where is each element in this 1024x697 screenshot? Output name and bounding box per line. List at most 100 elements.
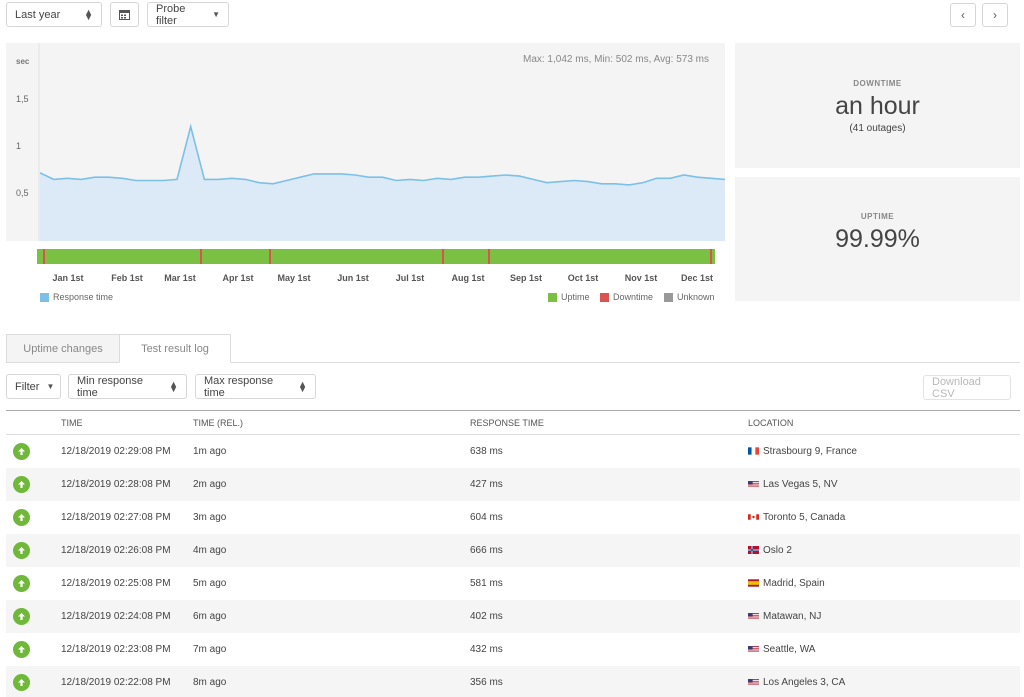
table-row: 12/18/2019 02:25:08 PM 5m ago 581 ms Madrid… xyxy=(6,567,1020,600)
status-up-icon xyxy=(13,607,30,625)
response-time-line xyxy=(39,123,725,186)
probe-filter-button[interactable]: Probe filter ▼ xyxy=(147,2,229,27)
time-rel-cell: 6m ago xyxy=(193,599,470,633)
status-up-icon xyxy=(13,640,30,658)
status-cell xyxy=(6,633,61,666)
filter-label: Filter xyxy=(15,380,40,393)
flag-es-icon xyxy=(748,578,763,589)
response-time-cell: 638 ms xyxy=(470,445,503,457)
time-rel-cell: 1m ago xyxy=(193,445,227,457)
status-cell xyxy=(6,567,61,600)
status-up-icon xyxy=(13,541,30,559)
table-row: 12/18/2019 02:28:08 PM 2m ago 427 ms Las Ve… xyxy=(6,467,1020,501)
response-time-cell: 432 ms xyxy=(470,643,503,655)
outage-count: (41 outages) xyxy=(849,123,906,134)
flag-us-icon xyxy=(748,611,763,622)
calendar-button[interactable] xyxy=(110,2,139,27)
status-up-icon xyxy=(13,475,30,493)
downtime-marker xyxy=(710,249,712,264)
flag-no-icon xyxy=(748,545,763,556)
flag-us-icon xyxy=(748,644,763,655)
table-row: 12/18/2019 02:24:08 PM 6m ago 402 ms Matawa… xyxy=(6,599,1020,633)
location-label: Oslo 2 xyxy=(763,544,792,556)
status-up-icon xyxy=(13,673,30,691)
x-tick: Apr 1st xyxy=(222,273,254,283)
x-tick: Nov 1st xyxy=(624,273,658,283)
uptime-value: 99.99% xyxy=(835,225,920,253)
tab-test-result-log[interactable]: Test result log xyxy=(119,334,231,363)
filter-button[interactable]: Filter ▼ xyxy=(6,374,61,399)
location-label: Matawan, NJ xyxy=(763,610,822,622)
y-tick: 0,5 xyxy=(16,188,29,198)
time-rel-cell: 7m ago xyxy=(193,643,227,655)
tab-uptime-changes[interactable]: Uptime changes xyxy=(6,334,120,363)
legend-swatch xyxy=(600,292,609,302)
uptime-label: UPTIME xyxy=(860,212,895,221)
table-body: 12/18/2019 02:29:08 PM 1m ago 638 ms Strasb… xyxy=(6,435,1020,697)
time-cell: 12/18/2019 02:29:08 PM xyxy=(61,445,171,457)
response-time-chart: Max: 1,042 ms, Min: 502 ms, Avg: 573 ms … xyxy=(6,43,725,241)
date-range-label: Last year xyxy=(15,8,61,21)
x-tick: Feb 1st xyxy=(111,273,143,283)
legend-label: Downtime xyxy=(613,292,654,302)
downtime-marker xyxy=(200,249,202,264)
table-row: 12/18/2019 02:23:08 PM 7m ago 432 ms Seattl… xyxy=(6,633,1020,666)
time-cell: 12/18/2019 02:23:08 PM xyxy=(61,643,171,655)
response-time-cell: 604 ms xyxy=(470,511,503,523)
min-response-time-sort[interactable]: Min response time ▲ ▼ xyxy=(68,374,187,399)
chevron-left-icon: ‹ xyxy=(961,8,965,22)
legend-swatch xyxy=(40,292,49,302)
response-time-cell: 581 ms xyxy=(470,577,503,589)
column-header-location: LOCATION xyxy=(748,410,1020,435)
legend-unknown: Unknown xyxy=(664,292,715,302)
table-row: 12/18/2019 02:29:08 PM 1m ago 638 ms Strasb… xyxy=(6,435,1020,468)
downtime-card: DOWNTIME an hour (41 outages) xyxy=(735,43,1020,168)
sort-updown-icon: ▲ ▼ xyxy=(84,6,93,22)
location-label: Los Angeles 3, CA xyxy=(763,676,846,688)
response-time-cell: 356 ms xyxy=(470,665,748,697)
chart-canvas xyxy=(38,43,725,241)
downtime-marker xyxy=(269,249,271,264)
time-cell: 12/18/2019 02:27:08 PM xyxy=(61,511,171,523)
date-range-select[interactable]: Last year ▲ ▼ xyxy=(6,2,102,27)
prev-period-button[interactable]: ‹ xyxy=(950,3,976,27)
test-result-table: TIME TIME (REL.) RESPONSE TIME LOCATION … xyxy=(6,410,1020,697)
downtime-marker xyxy=(43,249,45,264)
flag-us-icon xyxy=(748,677,763,688)
location-label: Madrid, Spain xyxy=(763,577,825,589)
x-tick: Sep 1st xyxy=(509,273,543,283)
legend-label: Response time xyxy=(53,292,114,302)
status-column-header xyxy=(6,410,61,435)
time-rel-cell: 8m ago xyxy=(193,665,470,697)
sort-updown-icon: ▲ ▼ xyxy=(298,378,307,394)
x-tick: Dec 1st xyxy=(680,273,714,283)
column-header-response-time: RESPONSE TIME xyxy=(470,410,748,435)
status-cell xyxy=(6,467,61,501)
table-row: 12/18/2019 02:26:08 PM 4m ago 666 ms Oslo 2 xyxy=(6,533,1020,567)
sort-updown-icon: ▲ ▼ xyxy=(169,378,178,394)
downtime-marker xyxy=(488,249,490,264)
max-response-time-sort[interactable]: Max response time ▲ ▼ xyxy=(195,374,316,399)
downtime-label: DOWNTIME xyxy=(853,79,902,88)
location-cell: Madrid, Spain xyxy=(748,567,1020,600)
location-label: Las Vegas 5, NV xyxy=(763,478,838,490)
time-cell: 12/18/2019 02:25:08 PM xyxy=(61,577,171,589)
y-axis-unit: sec xyxy=(16,57,30,66)
uptime-card: UPTIME 99.99% xyxy=(735,177,1020,301)
status-cell xyxy=(6,435,61,468)
status-up-icon xyxy=(13,508,30,526)
time-cell: 12/18/2019 02:26:08 PM xyxy=(61,533,193,567)
chevron-right-icon: › xyxy=(993,8,997,22)
status-cell xyxy=(6,501,61,534)
time-rel-cell: 5m ago xyxy=(193,577,227,589)
status-up-icon xyxy=(13,442,30,460)
download-csv-button[interactable]: Download CSV xyxy=(923,375,1011,400)
status-cell xyxy=(6,599,61,633)
location-cell: Strasbourg 9, France xyxy=(748,435,1020,468)
next-period-button[interactable]: › xyxy=(982,3,1008,27)
downtime-marker xyxy=(442,249,444,264)
time-cell: 12/18/2019 02:28:08 PM xyxy=(61,467,193,501)
caret-down-icon: ▼ xyxy=(212,10,220,19)
caret-down-icon: ▼ xyxy=(46,382,55,391)
x-tick: Jun 1st xyxy=(337,273,369,283)
